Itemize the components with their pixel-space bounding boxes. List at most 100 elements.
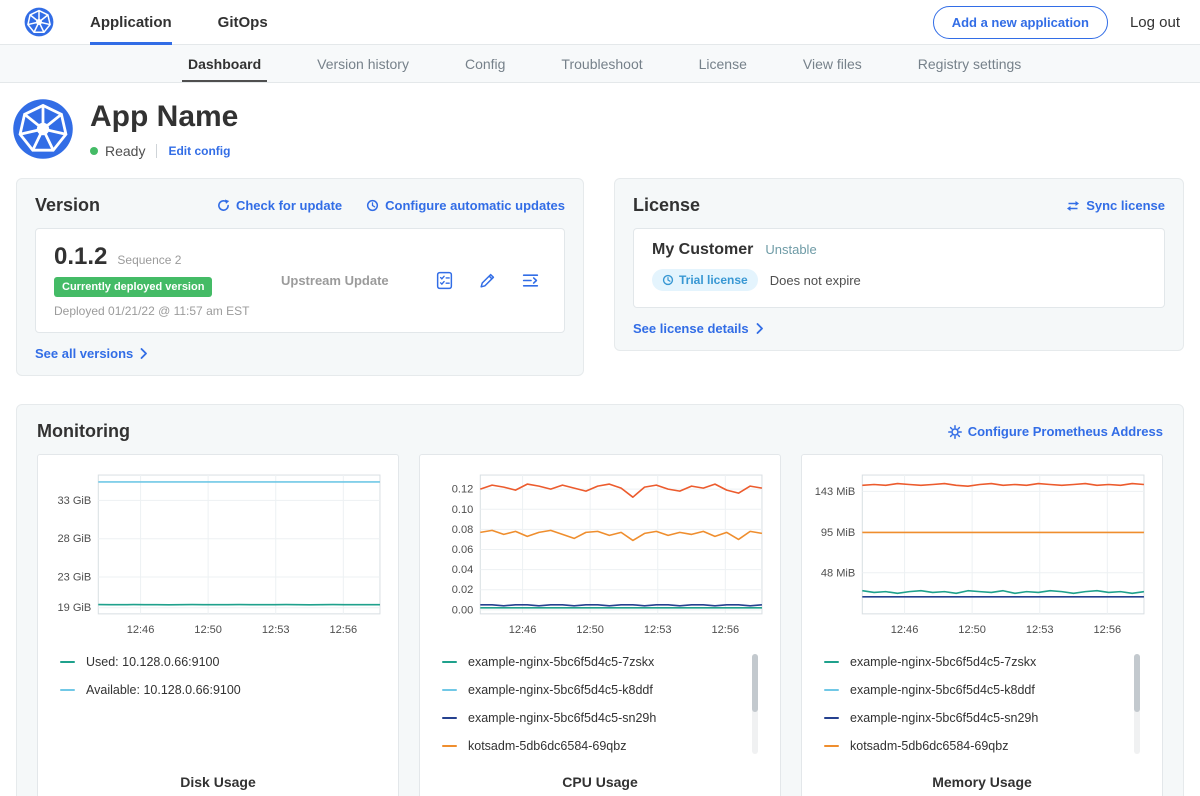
charts-row: 33 GiB28 GiB23 GiB19 GiB12:4612:5012:531… xyxy=(37,454,1163,796)
legend-scrollbar[interactable] xyxy=(1134,654,1140,754)
cpu-usage-chart: 0.120.100.080.060.040.020.0012:4612:5012… xyxy=(419,454,781,796)
license-card: License Sync license My Customer Unstabl… xyxy=(614,178,1184,351)
subnav-version-history[interactable]: Version history xyxy=(289,45,437,82)
svg-text:143 MiB: 143 MiB xyxy=(815,486,856,498)
svg-text:12:50: 12:50 xyxy=(958,624,986,636)
legend-item: kotsadm-5db6dc6584-69qbz xyxy=(442,732,744,760)
svg-text:95 MiB: 95 MiB xyxy=(821,527,855,539)
svg-text:12:50: 12:50 xyxy=(194,624,222,636)
divider xyxy=(156,144,157,158)
subnav-dashboard[interactable]: Dashboard xyxy=(160,45,289,82)
svg-text:28 GiB: 28 GiB xyxy=(57,533,91,545)
memory-usage-chart: 143 MiB95 MiB48 MiB12:4612:5012:5312:56e… xyxy=(801,454,1163,796)
edit-config-icon[interactable] xyxy=(478,271,497,290)
license-details-box: My Customer Unstable Trial license Does … xyxy=(633,228,1165,308)
svg-text:23 GiB: 23 GiB xyxy=(57,572,91,584)
status-dot xyxy=(90,147,98,155)
version-card-title: Version xyxy=(35,195,100,216)
configure-automatic-updates-label: Configure automatic updates xyxy=(385,198,565,213)
legend-scrollbar[interactable] xyxy=(752,654,758,754)
clock-icon xyxy=(662,274,674,286)
legend-label: example-nginx-5bc6f5d4c5-7zskx xyxy=(850,655,1036,669)
preflight-checks-icon[interactable] xyxy=(435,271,454,290)
disk-usage-chart: 33 GiB28 GiB23 GiB19 GiB12:4612:5012:531… xyxy=(37,454,399,796)
tab-gitops[interactable]: GitOps xyxy=(218,0,268,45)
see-all-versions-link[interactable]: See all versions xyxy=(35,346,565,361)
svg-text:12:46: 12:46 xyxy=(509,624,537,636)
subnav-troubleshoot[interactable]: Troubleshoot xyxy=(533,45,670,82)
version-card: Version Check for update Configure autom… xyxy=(16,178,584,376)
app-logo-icon xyxy=(12,98,74,160)
legend-item: Available: 10.128.0.66:9100 xyxy=(60,676,362,704)
top-navbar: Application GitOps Add a new application… xyxy=(0,0,1200,45)
check-for-update-label: Check for update xyxy=(236,198,342,213)
gear-icon xyxy=(948,425,962,439)
see-license-details-link[interactable]: See license details xyxy=(633,321,1165,336)
chart-legend: Used: 10.128.0.66:9100Available: 10.128.… xyxy=(60,648,378,704)
legend-label: Available: 10.128.0.66:9100 xyxy=(86,683,241,697)
status-label: Ready xyxy=(105,143,145,159)
legend-swatch xyxy=(824,661,839,663)
current-version-box: 0.1.2 Sequence 2 Currently deployed vers… xyxy=(35,228,565,333)
subnav-view-files[interactable]: View files xyxy=(775,45,890,82)
configure-prometheus-label: Configure Prometheus Address xyxy=(968,424,1163,439)
edit-config-link[interactable]: Edit config xyxy=(168,144,230,158)
legend-swatch xyxy=(60,689,75,691)
legend-label: kotsadm-5db6dc6584-69qbz xyxy=(850,739,1008,753)
svg-text:12:56: 12:56 xyxy=(1094,624,1122,636)
chevron-right-icon xyxy=(756,323,764,334)
subnav-config[interactable]: Config xyxy=(437,45,533,82)
legend-item: kotsadm-5db6dc6584-69qbz xyxy=(824,732,1126,760)
subnav-registry-settings[interactable]: Registry settings xyxy=(890,45,1049,82)
sync-license-link[interactable]: Sync license xyxy=(1066,198,1165,213)
svg-text:0.06: 0.06 xyxy=(452,544,474,556)
configure-automatic-updates-link[interactable]: Configure automatic updates xyxy=(366,198,565,213)
svg-text:12:46: 12:46 xyxy=(891,624,919,636)
svg-text:12:56: 12:56 xyxy=(712,624,740,636)
check-for-update-link[interactable]: Check for update xyxy=(217,198,342,213)
svg-text:12:53: 12:53 xyxy=(262,624,290,636)
customer-name: My Customer xyxy=(652,241,753,259)
add-application-button[interactable]: Add a new application xyxy=(933,6,1108,39)
legend-item: example-nginx-5bc6f5d4c5-k8ddf xyxy=(442,676,744,704)
version-sequence: Sequence 2 xyxy=(117,253,181,267)
svg-text:0.02: 0.02 xyxy=(452,584,474,596)
svg-text:0.12: 0.12 xyxy=(452,484,474,496)
version-number: 0.1.2 xyxy=(54,243,107,271)
app-status-row: Ready Edit config xyxy=(90,143,238,159)
legend-label: example-nginx-5bc6f5d4c5-sn29h xyxy=(468,711,656,725)
svg-text:12:56: 12:56 xyxy=(330,624,358,636)
svg-text:48 MiB: 48 MiB xyxy=(821,567,855,579)
logout-link[interactable]: Log out xyxy=(1130,14,1180,31)
svg-text:12:46: 12:46 xyxy=(127,624,155,636)
chart-legend: example-nginx-5bc6f5d4c5-7zskxexample-ng… xyxy=(442,648,760,760)
svg-text:0.08: 0.08 xyxy=(452,524,474,536)
view-diff-icon[interactable] xyxy=(521,271,540,290)
license-expiry: Does not expire xyxy=(770,273,861,288)
legend-item: example-nginx-5bc6f5d4c5-sn29h xyxy=(824,704,1126,732)
configure-prometheus-link[interactable]: Configure Prometheus Address xyxy=(948,424,1163,439)
top-nav-tabs: Application GitOps xyxy=(90,0,314,45)
tab-application[interactable]: Application xyxy=(90,0,172,45)
chart-title: Memory Usage xyxy=(812,760,1152,790)
legend-swatch xyxy=(824,717,839,719)
svg-text:19 GiB: 19 GiB xyxy=(57,602,91,614)
subnav-license[interactable]: License xyxy=(671,45,775,82)
chart-plot: 0.120.100.080.060.040.020.0012:4612:5012… xyxy=(430,467,770,640)
legend-scrollbar-thumb[interactable] xyxy=(1134,654,1140,712)
legend-label: kotsadm-5db6dc6584-69qbz xyxy=(468,739,626,753)
page-title: App Name xyxy=(90,100,238,134)
legend-item: example-nginx-5bc6f5d4c5-7zskx xyxy=(824,648,1126,676)
sync-license-label: Sync license xyxy=(1086,198,1165,213)
app-sub-navbar: Dashboard Version history Config Trouble… xyxy=(0,45,1200,83)
see-all-versions-label: See all versions xyxy=(35,346,133,361)
deployed-badge: Currently deployed version xyxy=(54,277,212,297)
legend-swatch xyxy=(824,689,839,691)
license-type-label: Trial license xyxy=(679,273,748,287)
license-card-title: License xyxy=(633,195,700,216)
legend-label: example-nginx-5bc6f5d4c5-k8ddf xyxy=(850,683,1035,697)
legend-swatch xyxy=(824,745,839,747)
version-actions xyxy=(435,271,546,290)
legend-label: example-nginx-5bc6f5d4c5-sn29h xyxy=(850,711,1038,725)
legend-scrollbar-thumb[interactable] xyxy=(752,654,758,712)
